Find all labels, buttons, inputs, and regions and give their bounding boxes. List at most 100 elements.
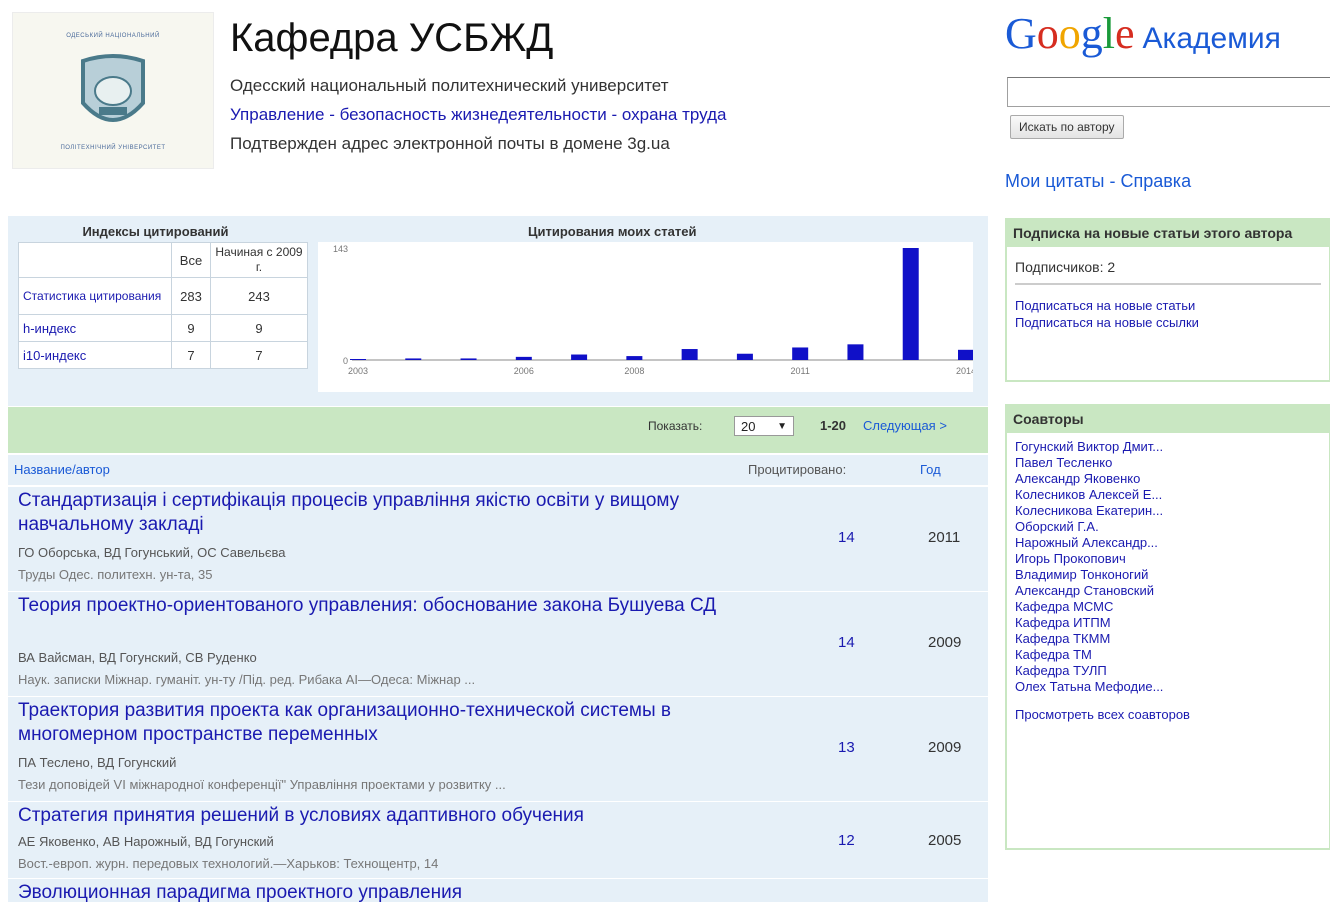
cited-count-link[interactable]: 14	[838, 634, 855, 651]
research-interests[interactable]: Управление - безопасность жизнедеятельно…	[230, 105, 726, 125]
col-all: Все	[171, 242, 211, 278]
cell-all: 283	[171, 277, 211, 315]
google-scholar-logo[interactable]: Google Академия	[1005, 8, 1281, 59]
per-page-select[interactable]: 20 ▼	[734, 416, 794, 436]
table-row: Траектория развития проекта как организа…	[8, 697, 988, 802]
coauthor-link[interactable]: Колесников Алексей Е...	[1007, 487, 1329, 503]
publication-title-link[interactable]: Стратегия принятия решений в условиях ад…	[18, 804, 718, 828]
coauthor-link[interactable]: Александр Становский	[1007, 583, 1329, 599]
cell-all: 7	[171, 341, 211, 369]
scholar-label: Академия	[1142, 22, 1281, 55]
table-row: Стратегия принятия решений в условиях ад…	[8, 802, 988, 879]
author-search-input[interactable]	[1007, 77, 1330, 107]
publications-column-header: Название/автор Процитировано: Год	[8, 455, 988, 485]
coauthor-link[interactable]: Павел Тесленко	[1007, 455, 1329, 471]
bar-2007	[571, 354, 588, 360]
coauthors-box: Соавторы Гогунский Виктор Дмит... Павел …	[1005, 404, 1330, 850]
coauthor-link[interactable]: Кафедра ТКММ	[1007, 631, 1329, 647]
cited-count-link[interactable]: 12	[838, 832, 855, 849]
x-tick-label: 2014	[956, 366, 973, 376]
coauthor-link[interactable]: Колесникова Екатерин...	[1007, 503, 1329, 519]
publication-title-link[interactable]: Эволюционная парадигма проектного управл…	[18, 881, 718, 902]
coauthor-link[interactable]: Игорь Прокопович	[1007, 551, 1329, 567]
publication-source: Вост.-европ. журн. передовых технологий.…	[18, 856, 439, 871]
cell-all: 9	[171, 314, 211, 342]
sort-by-year[interactable]: Год	[920, 462, 941, 477]
cited-count-link[interactable]: 14	[838, 529, 855, 546]
search-author-button[interactable]: Искать по автору	[1010, 115, 1124, 139]
sort-by-title[interactable]: Название/автор	[14, 462, 110, 477]
citation-stats-panel: Индексы цитирований Все Начиная с 2009 г…	[8, 216, 988, 406]
google-wordmark: Google	[1005, 9, 1135, 58]
table-row: Теория проектно-ориентованого управления…	[8, 592, 988, 697]
x-tick-label: 2011	[791, 366, 810, 376]
citations-bar-chart: 143 02003 2006 2008 2011 2014	[333, 244, 976, 376]
coauthor-link[interactable]: Гогунский Виктор Дмит...	[1007, 439, 1329, 455]
citation-indices-title: Индексы цитирований	[82, 224, 229, 239]
publication-year: 2009	[928, 739, 962, 756]
x-tick-label: 2008	[624, 366, 644, 376]
bar-2010	[736, 353, 753, 360]
coauthor-link[interactable]: Александр Яковенко	[1007, 471, 1329, 487]
subscribe-articles-link[interactable]: Подписаться на новые статьи	[1007, 297, 1329, 314]
publication-source: Тези доповідей VI міжнародної конференці…	[18, 777, 506, 792]
coauthor-link[interactable]: Кафедра ТМ	[1007, 647, 1329, 663]
next-page-link[interactable]: Следующая >	[863, 418, 947, 433]
publication-source: Наук. записки Міжнар. гуманіт. ун-ту /Пі…	[18, 672, 476, 687]
coauthors-header: Соавторы	[1007, 406, 1329, 433]
row-label-citations[interactable]: Статистика цитирования	[18, 277, 172, 315]
coauthor-link[interactable]: Нарожный Александр...	[1007, 535, 1329, 551]
per-page-value: 20	[741, 419, 756, 434]
coauthor-link[interactable]: Оборский Г.А.	[1007, 519, 1329, 535]
publication-year: 2005	[928, 832, 962, 849]
university-logo: ОДЕСЬКИЙ НАЦІОНАЛЬНИЙ ПОЛІТЕХНІЧНИЙ УНІВ…	[12, 12, 214, 169]
cell-since: 243	[210, 277, 308, 315]
x-tick-label: 2003	[348, 366, 368, 376]
bar-2004	[405, 358, 422, 360]
chevron-down-icon: ▼	[777, 421, 787, 432]
subscribe-citations-link[interactable]: Подписаться на новые ссылки	[1007, 314, 1329, 331]
coauthor-link[interactable]: Кафедра ТУЛП	[1007, 663, 1329, 679]
publication-title-link[interactable]: Теория проектно-ориентованого управления…	[18, 594, 718, 618]
row-label-h-index[interactable]: h-индекс	[18, 314, 172, 342]
table-corner	[18, 242, 172, 278]
table-row: Стандартизація і сертифікація процесів у…	[8, 487, 988, 592]
publications-toolbar: Показать: 20 ▼ 1-20 Следующая >	[8, 407, 988, 453]
my-citations-help-links[interactable]: Мои цитаты - Справка	[1005, 171, 1191, 192]
publication-authors: АЕ Яковенко, АВ Нарожный, ВД Гогунский	[18, 834, 274, 849]
y-tick-label: 0	[343, 356, 348, 366]
citation-indices-table: Все Начиная с 2009 г. Статистика цитиров…	[18, 242, 308, 369]
bar-2008	[626, 356, 643, 360]
bar-2005	[460, 358, 477, 360]
publication-source: Труды Одес. политехн. ун-та, 35	[18, 567, 213, 582]
coauthor-link[interactable]: Кафедра ИТПМ	[1007, 615, 1329, 631]
sort-by-cited[interactable]: Процитировано:	[748, 462, 846, 477]
cited-count-link[interactable]: 13	[838, 739, 855, 756]
subscribe-header: Подписка на новые статьи этого автора	[1007, 220, 1329, 247]
bar-2006	[515, 356, 532, 360]
shield-icon	[81, 54, 145, 122]
citations-chart: 143 02003 2006 2008 2011 2014	[318, 242, 976, 392]
row-label-i10-index[interactable]: i10-индекс	[18, 341, 172, 369]
publication-authors: ВА Вайсман, ВД Гогунский, СВ Руденко	[18, 650, 257, 665]
view-all-coauthors-link[interactable]: Просмотреть всех соавторов	[1007, 707, 1329, 722]
publication-title-link[interactable]: Стандартизація і сертифікація процесів у…	[18, 489, 718, 537]
publication-title-link[interactable]: Траектория развития проекта как организа…	[18, 699, 718, 747]
subscriber-count: Подписчиков: 2	[1015, 247, 1321, 285]
coauthor-link[interactable]: Олех Татьна Мефодие...	[1007, 679, 1329, 695]
bar-2003	[350, 359, 366, 360]
publication-year: 2009	[928, 634, 962, 651]
table-row: Эволюционная парадигма проектного управл…	[8, 879, 988, 903]
chart-title: Цитирования моих статей	[528, 224, 697, 239]
email-verification: Подтвержден адрес электронной почты в до…	[230, 134, 670, 153]
cell-since: 7	[210, 341, 308, 369]
coauthor-link[interactable]: Владимир Тонконогий	[1007, 567, 1329, 583]
bar-2009	[681, 349, 698, 360]
coauthor-link[interactable]: Кафедра МСМС	[1007, 599, 1329, 615]
results-range: 1-20	[820, 418, 847, 433]
cell-since: 9	[210, 314, 308, 342]
affiliation: Одесский национальный политехнический ун…	[230, 76, 669, 95]
col-since: Начиная с 2009 г.	[210, 242, 308, 278]
bar-2014	[958, 349, 974, 360]
logo-bottom-text: ПОЛІТЕХНІЧНИЙ УНІВЕРСИТЕТ	[60, 145, 166, 151]
